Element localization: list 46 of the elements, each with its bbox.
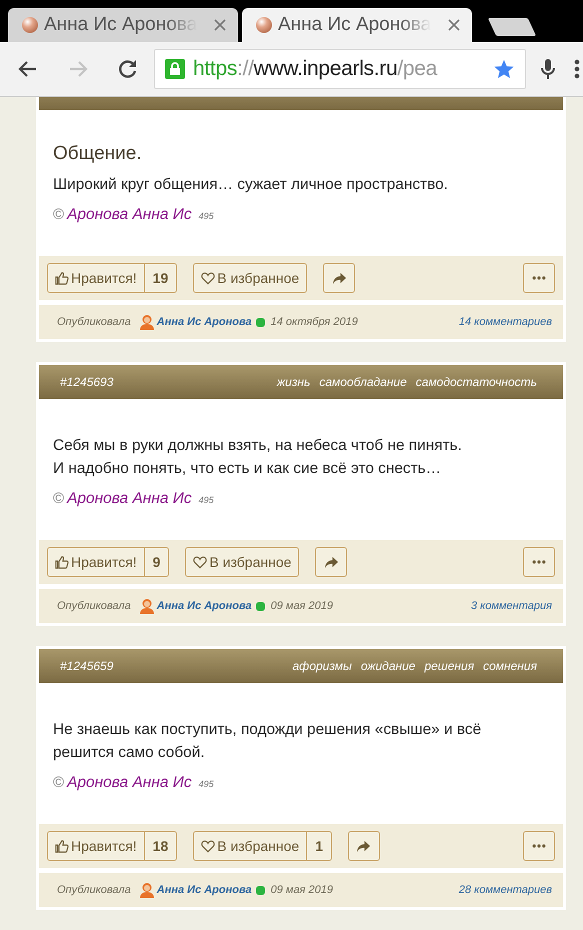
author-rating: 495 xyxy=(198,495,214,505)
like-count: 9 xyxy=(144,548,168,576)
like-button[interactable]: Нравится! 19 xyxy=(47,263,178,293)
copyright-sign: © xyxy=(53,774,64,791)
comments-link[interactable]: 28 комментариев xyxy=(458,884,552,896)
post-title: Общение. xyxy=(53,143,143,165)
like-button[interactable]: Нравится! 9 xyxy=(47,547,170,577)
address-bar[interactable]: https://www.inpearls.ru/pea xyxy=(154,49,526,89)
copyright-sign: © xyxy=(53,206,64,223)
tag-link[interactable]: решения xyxy=(424,659,474,673)
publisher-link[interactable]: Анна Ис Аронова xyxy=(156,316,252,328)
published-label: Опубликовала xyxy=(57,884,131,896)
published-label: Опубликовала xyxy=(57,316,131,328)
author-link[interactable]: Аронова Анна Ис xyxy=(67,490,192,508)
tag-link[interactable]: самообладание xyxy=(319,375,407,389)
tag-link[interactable]: афоризмы xyxy=(292,659,352,673)
comments-link[interactable]: 14 комментариев xyxy=(458,316,552,328)
like-count: 19 xyxy=(144,264,176,292)
post-date: 09 мая 2019 xyxy=(270,884,333,896)
favorite-button[interactable]: В избранное xyxy=(185,547,300,577)
tag-link[interactable]: сомнения xyxy=(483,659,537,673)
post-number[interactable]: #1245693 xyxy=(60,375,277,389)
post-number[interactable]: #1245659 xyxy=(60,659,292,673)
author-rating: 495 xyxy=(198,211,214,221)
tag-link[interactable]: ожидание xyxy=(360,659,416,673)
copyright-sign: © xyxy=(53,490,64,507)
quote-text: Не знаешь как поступить, подожди решения «свыше» и всё решится само собой. xyxy=(53,720,482,763)
author-rating: 495 xyxy=(198,779,214,789)
url-text: https://www.inpearls.ru/pea xyxy=(193,57,438,81)
post-date: 09 мая 2019 xyxy=(270,600,333,612)
favorite-button[interactable]: В избранное 1 xyxy=(193,831,332,861)
author-link[interactable]: Аронова Анна Ис xyxy=(67,206,192,224)
publisher-link[interactable]: Анна Ис Аронова xyxy=(156,600,252,612)
tag-link[interactable]: самодостаточность xyxy=(416,375,537,389)
post-date: 14 октября 2019 xyxy=(270,316,358,328)
tag-link[interactable]: жизнь xyxy=(276,375,310,389)
like-button[interactable]: Нравится! 18 xyxy=(47,831,178,861)
publisher-link[interactable]: Анна Ис Аронова xyxy=(156,884,252,896)
quote-text: Широкий круг общения… сужает личное пространство. xyxy=(53,175,449,195)
favorite-count: 1 xyxy=(306,832,331,860)
comments-link[interactable]: 3 комментария xyxy=(470,600,552,612)
quote-text: Себя мы в руки должны взять, на небеса чтоб не пинять. И надобно понять, что есть и как сие всё это снесть… xyxy=(53,436,463,479)
favorite-button[interactable]: В избранное xyxy=(193,263,308,293)
author-link[interactable]: Аронова Анна Ис xyxy=(67,774,192,792)
published-label: Опубликовала xyxy=(57,600,131,612)
like-count: 18 xyxy=(144,832,176,860)
